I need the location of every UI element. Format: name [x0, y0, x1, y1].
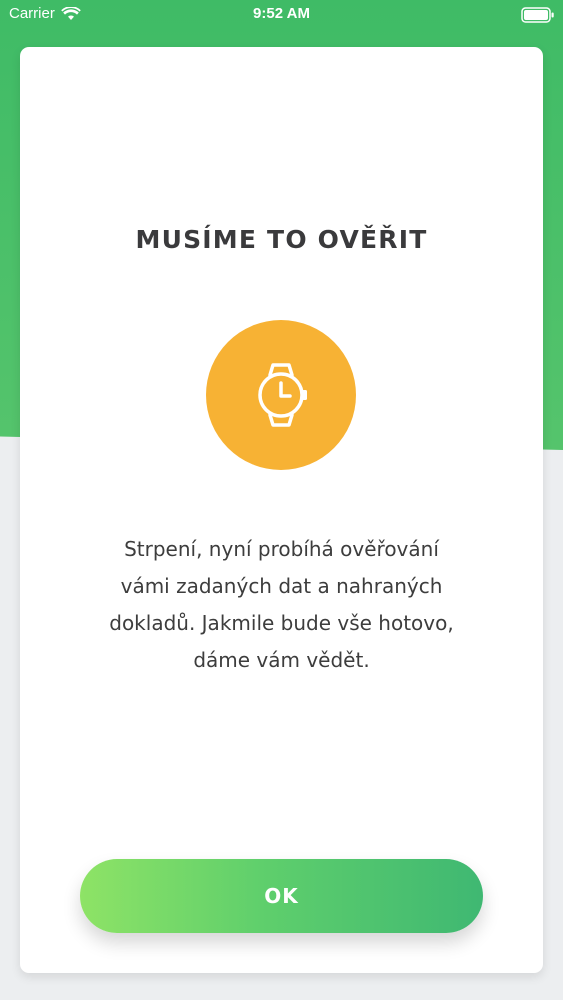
- watch-icon: [258, 363, 307, 427]
- message-line: dokladů. Jakmile bude vše hotovo,: [109, 611, 454, 635]
- status-bar: Carrier 9:52 AM: [0, 0, 563, 30]
- icon-circle: [206, 320, 356, 470]
- ok-button[interactable]: OK: [80, 859, 483, 933]
- battery-icon: [521, 7, 554, 23]
- message-line: vámi zadaných dat a nahraných: [120, 574, 443, 598]
- message-line: Strpení, nyní probíhá ověřování: [124, 537, 439, 561]
- verification-message: Strpení, nyní probíhá ověřování vámi zad…: [60, 531, 503, 679]
- status-time: 9:52 AM: [253, 5, 310, 22]
- verification-card: MUSÍME TO OVĚŘIT Strpení, nyní probíhá o…: [20, 47, 543, 973]
- page-title: MUSÍME TO OVĚŘIT: [135, 225, 428, 254]
- message-line: dáme vám vědět.: [193, 648, 370, 672]
